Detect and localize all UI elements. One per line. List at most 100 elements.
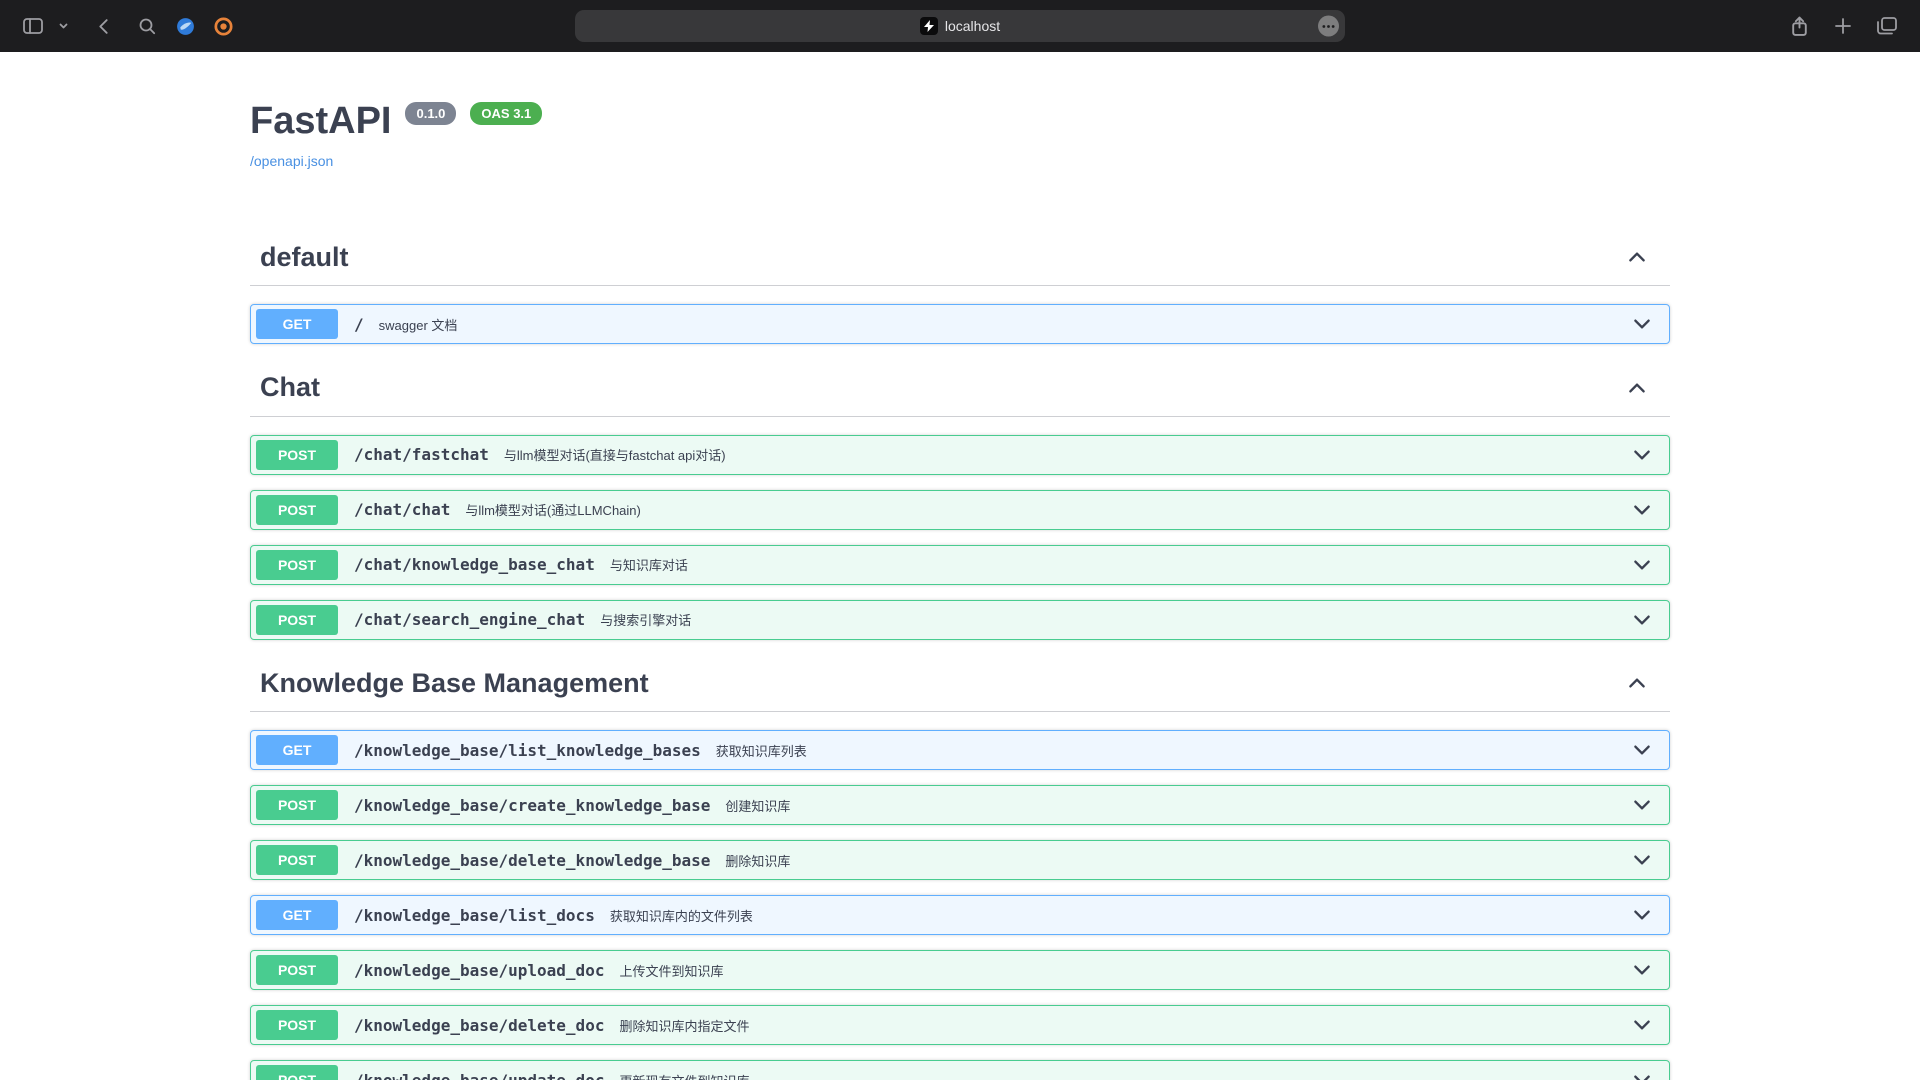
endpoint-path: /chat/fastchat [354,445,489,464]
collapse-section-button[interactable] [1626,377,1648,399]
method-badge: POST [256,955,338,985]
openapi-spec-link[interactable]: /openapi.json [250,153,333,169]
endpoint-path: / [354,315,364,334]
extension-button-orange[interactable] [208,11,238,41]
chevron-down-icon [1631,1014,1653,1036]
endpoint-path: /knowledge_base/delete_doc [354,1016,604,1035]
method-badge: GET [256,309,338,339]
sidebar-menu-button[interactable] [56,11,70,41]
section-header[interactable]: Chat [250,359,1670,416]
plus-icon [1835,18,1851,34]
page-more-button[interactable] [1318,16,1339,37]
version-badge: 0.1.0 [405,102,456,125]
endpoint-row[interactable]: POST /knowledge_base/create_knowledge_ba… [250,785,1670,825]
expand-endpoint-button[interactable] [1631,904,1665,926]
expand-endpoint-button[interactable] [1631,444,1665,466]
expand-endpoint-button[interactable] [1631,849,1665,871]
tab-overview-button[interactable] [1872,11,1902,41]
endpoint-summary: 创建知识库 [725,796,790,815]
endpoint-row[interactable]: POST /chat/fastchat 与llm模型对话(直接与fastchat… [250,435,1670,475]
method-badge: POST [256,550,338,580]
endpoint-list: GET / swagger 文档 [250,286,1670,344]
chevron-down-icon [59,23,68,29]
chevron-left-icon [98,18,109,35]
method-badge: POST [256,440,338,470]
address-bar[interactable]: localhost [575,10,1345,42]
swagger-page: FastAPI 0.1.0 OAS 3.1 /openapi.json defa… [0,52,1920,1080]
sidebar-toggle-icon [23,18,43,34]
site-favicon [920,17,938,35]
section-header[interactable]: Knowledge Base Management [250,655,1670,712]
share-icon [1791,16,1808,37]
chevron-down-icon [1631,794,1653,816]
endpoint-list: POST /chat/fastchat 与llm模型对话(直接与fastchat… [250,417,1670,640]
chevron-down-icon [1631,739,1653,761]
endpoint-row[interactable]: POST /knowledge_base/delete_knowledge_ba… [250,840,1670,880]
chevron-down-icon [1631,959,1653,981]
chevron-down-icon [1631,444,1653,466]
api-section: Chat POST /chat/fastchat 与llm模型对话(直接与fas… [250,359,1670,639]
section-title: Knowledge Base Management [260,667,649,699]
endpoint-row[interactable]: POST /knowledge_base/delete_doc 删除知识库内指定… [250,1005,1670,1045]
extension-icon-orange [213,16,234,37]
expand-endpoint-button[interactable] [1631,959,1665,981]
endpoint-summary: 与llm模型对话(通过LLMChain) [465,500,641,519]
expand-endpoint-button[interactable] [1631,1014,1665,1036]
endpoint-row[interactable]: POST /knowledge_base/upload_doc 上传文件到知识库 [250,950,1670,990]
new-tab-button[interactable] [1828,11,1858,41]
section-header[interactable]: default [250,229,1670,286]
collapse-section-button[interactable] [1626,672,1648,694]
endpoint-row[interactable]: POST /knowledge_base/update_doc 更新现有文件到知… [250,1060,1670,1080]
endpoint-summary: swagger 文档 [379,315,458,334]
chevron-down-icon [1631,904,1653,926]
tab-overview-icon [1877,17,1897,35]
share-button[interactable] [1784,11,1814,41]
expand-endpoint-button[interactable] [1631,609,1665,631]
search-button[interactable] [132,11,162,41]
back-button[interactable] [88,11,118,41]
collapse-section-button[interactable] [1626,246,1648,268]
expand-endpoint-button[interactable] [1631,499,1665,521]
api-section: Knowledge Base Management GET /knowledge… [250,655,1670,1080]
method-badge: GET [256,735,338,765]
chevron-down-icon [1631,1069,1653,1080]
chevron-down-icon [1631,499,1653,521]
expand-endpoint-button[interactable] [1631,313,1665,335]
method-badge: POST [256,790,338,820]
endpoint-summary: 与llm模型对话(直接与fastchat api对话) [504,445,726,464]
url-text: localhost [945,18,1000,34]
endpoint-row[interactable]: GET / swagger 文档 [250,304,1670,344]
sidebar-toggle-button[interactable] [18,11,48,41]
endpoint-row[interactable]: POST /chat/chat 与llm模型对话(通过LLMChain) [250,490,1670,530]
expand-endpoint-button[interactable] [1631,739,1665,761]
endpoint-row[interactable]: POST /chat/knowledge_base_chat 与知识库对话 [250,545,1670,585]
endpoint-summary: 上传文件到知识库 [619,961,723,980]
endpoint-row[interactable]: GET /knowledge_base/list_docs 获取知识库内的文件列… [250,895,1670,935]
oas-badge: OAS 3.1 [470,102,542,125]
ellipsis-icon [1322,24,1335,28]
endpoint-summary: 与搜索引擎对话 [600,610,691,629]
endpoint-summary: 与知识库对话 [610,555,688,574]
section-title: default [260,241,349,273]
expand-endpoint-button[interactable] [1631,554,1665,576]
api-title-text: FastAPI [250,100,391,143]
section-title: Chat [260,371,320,403]
endpoint-summary: 获取知识库内的文件列表 [610,906,753,925]
search-icon [138,17,156,35]
expand-endpoint-button[interactable] [1631,1069,1665,1080]
endpoint-path: /chat/search_engine_chat [354,610,585,629]
method-badge: POST [256,1065,338,1080]
endpoint-path: /knowledge_base/list_docs [354,906,595,925]
chevron-down-icon [1631,554,1653,576]
expand-endpoint-button[interactable] [1631,794,1665,816]
chevron-down-icon [1631,609,1653,631]
endpoint-summary: 删除知识库 [725,851,790,870]
chevron-up-icon [1626,672,1648,694]
endpoint-path: /knowledge_base/update_doc [354,1071,604,1080]
extension-button-blue[interactable] [170,11,200,41]
endpoint-path: /knowledge_base/delete_knowledge_base [354,851,710,870]
endpoint-row[interactable]: POST /chat/search_engine_chat 与搜索引擎对话 [250,600,1670,640]
endpoint-row[interactable]: GET /knowledge_base/list_knowledge_bases… [250,730,1670,770]
endpoint-path: /chat/knowledge_base_chat [354,555,595,574]
api-title: FastAPI 0.1.0 OAS 3.1 [250,100,1670,143]
